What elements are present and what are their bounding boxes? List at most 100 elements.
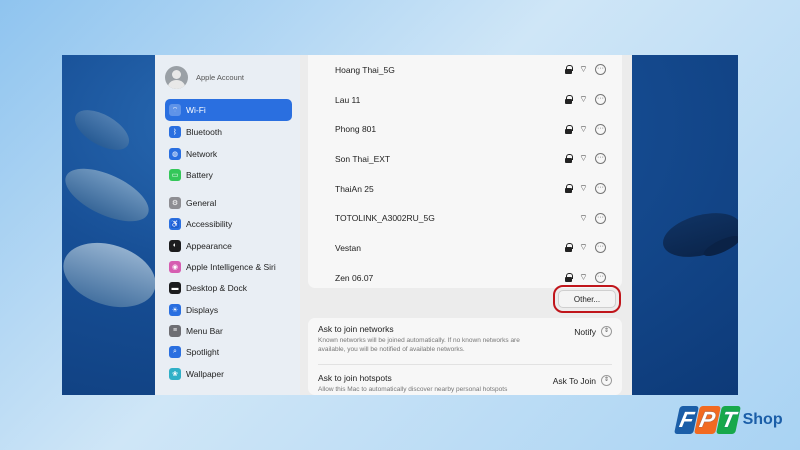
sidebar-item-label: Apple Intelligence & Siri (186, 262, 276, 273)
chevron-updown-icon: ⇕ (601, 375, 612, 386)
select-value: Ask To Join (552, 375, 596, 386)
setting-title: Ask to join networks (318, 324, 394, 334)
sidebar-item-network[interactable]: ◍ Network (165, 144, 292, 164)
wifi-signal-icon: ⌔ (579, 183, 588, 194)
sidebar-item-label: Network (186, 148, 218, 159)
wifi-signal-icon: ⌔ (579, 123, 588, 134)
dolphin-image (62, 157, 157, 233)
setting-title: Ask to join hotspots (318, 373, 392, 383)
sidebar-item-label: Accessibility (186, 219, 233, 230)
network-row[interactable]: TOTOLINK_A3002RU_5G ⌔ ··· (308, 203, 622, 233)
sidebar-item-desktop-dock[interactable]: ▬ Desktop & Dock (165, 278, 292, 298)
sidebar-item-apple-intelligence-siri[interactable]: ◉ Apple Intelligence & Siri (165, 257, 292, 277)
wallpaper-icon: ❀ (169, 367, 181, 380)
select-value: Notify (574, 326, 596, 337)
ask-to-join-hotspots-setting: Ask to join hotspots Allow this Mac to a… (318, 364, 612, 395)
battery-icon: ▭ (169, 168, 181, 181)
lock-icon (565, 243, 573, 253)
wifi-icon: ⌔ (169, 104, 181, 116)
dolphin-image (658, 205, 738, 265)
more-options-icon[interactable]: ··· (595, 212, 606, 224)
more-options-icon[interactable]: ··· (595, 94, 606, 106)
sidebar-item-wallpaper[interactable]: ❀ Wallpaper (165, 364, 292, 384)
wifi-signal-icon: ⌔ (579, 212, 588, 223)
other-network-button[interactable]: Other... (553, 285, 621, 313)
more-options-icon[interactable]: ··· (595, 183, 606, 195)
network-row[interactable]: Vestan ⌔ ··· (308, 233, 622, 263)
sidebar-item-label: Wi-Fi (186, 105, 206, 115)
siri-icon: ◉ (169, 261, 181, 274)
account-label: Apple Account (196, 72, 244, 82)
sidebar-item-general[interactable]: ⚙ General (165, 193, 292, 213)
sidebar-item-appearance[interactable]: ◐ Appearance (165, 236, 292, 256)
ask-to-join-networks-setting: Ask to join networks Known networks will… (318, 324, 612, 354)
network-status-icons: ⌔ ··· (565, 272, 606, 284)
sidebar-item-wi-fi[interactable]: ⌔ Wi-Fi (165, 99, 292, 121)
network-list: Hoang Thai_5G ⌔ ··· Lau 11 ⌔ ··· Phong 801 ⌔ ···… (308, 55, 622, 288)
sidebar-item-displays[interactable]: ☀ Displays (165, 300, 292, 320)
network-row[interactable]: Lau 11 ⌔ ··· (308, 85, 622, 115)
network-status-icons: ⌔ ··· (565, 242, 606, 254)
ask-networks-select[interactable]: Notify ⇕ (574, 326, 612, 337)
network-status-icons: ⌔ ··· (565, 183, 606, 195)
menu-bar-icon: ≡ (169, 324, 181, 337)
dolphin-image (68, 102, 136, 158)
network-row[interactable]: ThaiAn 25 ⌔ ··· (308, 174, 622, 204)
sidebar-item-label: Desktop & Dock (186, 283, 247, 294)
sidebar-item-label: Battery (186, 169, 213, 180)
more-options-icon[interactable]: ··· (595, 153, 606, 165)
wifi-signal-icon: ⌔ (579, 64, 588, 75)
dock-icon: ▬ (169, 282, 181, 295)
more-options-icon[interactable]: ··· (595, 123, 606, 135)
display-icon: ☀ (169, 303, 181, 316)
logo-letter-t: T (716, 406, 742, 434)
logo-shop-text: Shop (742, 411, 783, 428)
dolphin-image (62, 231, 164, 319)
more-options-icon[interactable]: ··· (595, 272, 606, 284)
sidebar-item-bluetooth[interactable]: ᛒ Bluetooth (165, 122, 292, 142)
sidebar-item-spotlight[interactable]: ⌕ Spotlight (165, 342, 292, 362)
screenshot-area: Apple Account ⌔ Wi-Fi ᛒ Bluetooth ◍ Network ▭ B… (62, 55, 738, 395)
network-row[interactable]: Zen 06.07 ⌔ ··· (308, 263, 622, 293)
setting-description: Allow this Mac to automatically discover… (318, 386, 508, 393)
bluetooth-icon: ᛒ (169, 126, 181, 139)
apple-account-item[interactable]: Apple Account (165, 63, 292, 91)
wifi-signal-icon: ⌔ (579, 94, 588, 105)
network-row[interactable]: Hoang Thai_5G ⌔ ··· (308, 55, 622, 85)
sidebar-item-label: Wallpaper (186, 368, 224, 379)
sidebar-item-battery[interactable]: ▭ Battery (165, 165, 292, 185)
gear-icon: ⚙ (169, 197, 181, 210)
chevron-updown-icon: ⇕ (601, 326, 612, 337)
sidebar-item-menu-bar[interactable]: ≡ Menu Bar (165, 321, 292, 341)
lock-icon (565, 184, 573, 194)
avatar (165, 65, 188, 89)
network-row[interactable]: Son Thai_EXT ⌔ ··· (308, 144, 622, 174)
network-globe-icon: ◍ (169, 147, 181, 160)
spotlight-search-icon: ⌕ (169, 346, 181, 359)
fpt-shop-logo: F P T Shop (674, 402, 783, 438)
lock-icon (565, 154, 573, 164)
lock-icon (565, 65, 573, 75)
network-status-icons: ⌔ ··· (565, 153, 606, 165)
sidebar-item-label: Bluetooth (186, 127, 222, 138)
network-status-icons: ⌔ ··· (565, 64, 606, 76)
wifi-signal-icon: ⌔ (579, 272, 588, 283)
network-status-icons: ⌔ ··· (578, 212, 606, 224)
appearance-icon: ◐ (169, 239, 181, 252)
accessibility-icon: ♿ (169, 218, 181, 231)
network-row[interactable]: Phong 801 ⌔ ··· (308, 114, 622, 144)
ask-hotspots-select[interactable]: Ask To Join ⇕ (553, 375, 612, 386)
sidebar-item-label: Appearance (186, 240, 232, 251)
wifi-signal-icon: ⌔ (579, 153, 588, 164)
lock-icon (565, 273, 573, 283)
sidebar-item-label: Menu Bar (186, 325, 223, 336)
sidebar: Apple Account ⌔ Wi-Fi ᛒ Bluetooth ◍ Network ▭ B… (155, 55, 300, 395)
sidebar-item-label: General (186, 198, 217, 209)
more-options-icon[interactable]: ··· (595, 64, 606, 76)
lock-icon (565, 95, 573, 105)
setting-description: Known networks will be joined automatica… (318, 337, 520, 353)
more-options-icon[interactable]: ··· (595, 242, 606, 254)
wifi-pane: Hoang Thai_5G ⌔ ··· Lau 11 ⌔ ··· Phong 801 ⌔ ···… (300, 55, 632, 395)
sidebar-item-accessibility[interactable]: ♿ Accessibility (165, 214, 292, 234)
